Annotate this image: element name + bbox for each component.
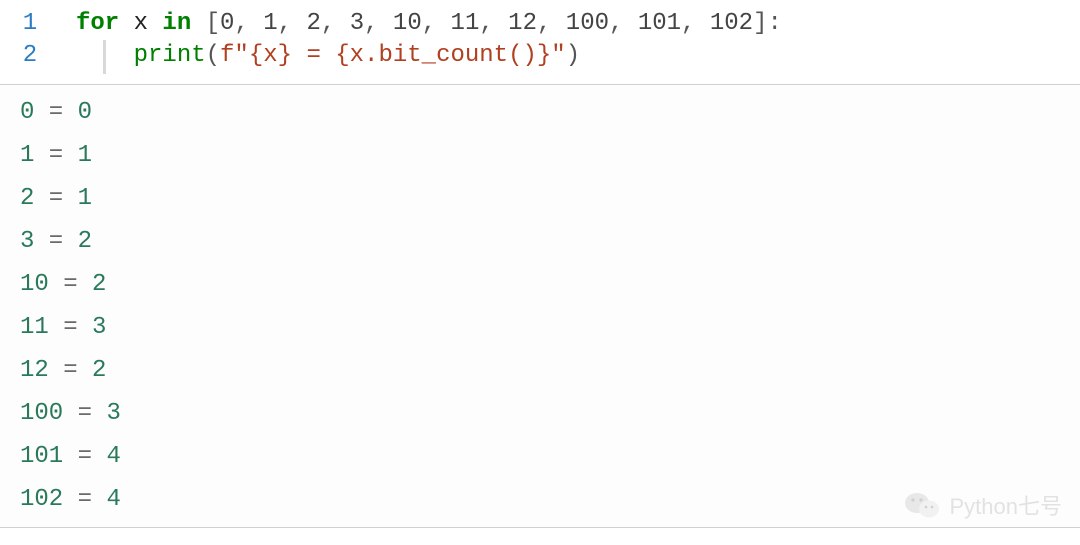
line-number: 1 — [0, 8, 60, 40]
output-line: 101 = 4 — [0, 435, 1080, 478]
output-line: 12 = 2 — [0, 349, 1080, 392]
code-content: for x in [0, 1, 2, 3, 10, 11, 12, 100, 1… — [62, 8, 782, 40]
output-line: 100 = 3 — [0, 392, 1080, 435]
output-line: 11 = 3 — [0, 306, 1080, 349]
output-panel: 0 = 01 = 12 = 13 = 210 = 211 = 312 = 210… — [0, 84, 1080, 528]
output-line: 102 = 4 — [0, 478, 1080, 521]
indent-guide — [103, 40, 106, 74]
code-line: 1for x in [0, 1, 2, 3, 10, 11, 12, 100, … — [0, 8, 1080, 40]
code-line: 2 print(f"{x} = {x.bit_count()}") — [0, 40, 1080, 72]
line-number: 2 — [0, 40, 60, 72]
output-line: 10 = 2 — [0, 263, 1080, 306]
output-line: 2 = 1 — [0, 177, 1080, 220]
code-content: print(f"{x} = {x.bit_count()}") — [62, 40, 580, 72]
code-editor: 1for x in [0, 1, 2, 3, 10, 11, 12, 100, … — [0, 0, 1080, 84]
output-line: 0 = 0 — [0, 91, 1080, 134]
output-line: 1 = 1 — [0, 134, 1080, 177]
output-line: 3 = 2 — [0, 220, 1080, 263]
